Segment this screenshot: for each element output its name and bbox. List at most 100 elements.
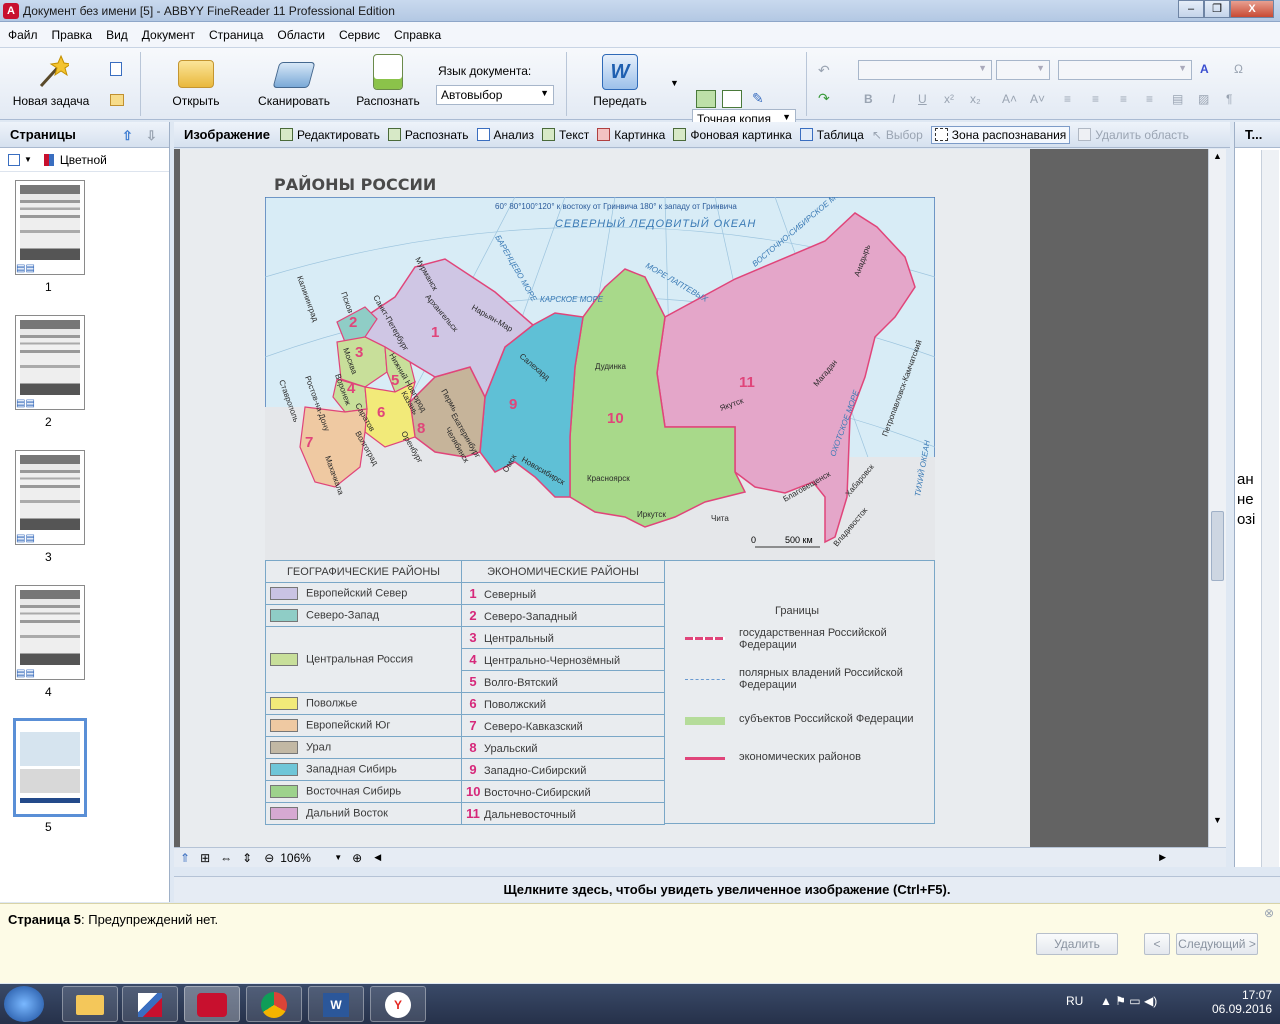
page-thumbnail[interactable]: ▤▤ [15,180,85,275]
zoom-out-icon[interactable]: ⊖ [264,851,274,865]
page-down-icon[interactable]: ⇩ [146,128,157,144]
settings-tool-icon[interactable]: ✎ [752,90,764,107]
econ-row: 3 Центральный [461,626,665,649]
recognition-zone-tool[interactable]: Зона распознавания [930,125,1071,144]
font-size-select[interactable]: ▼ [996,60,1050,80]
partial-line: озі [1237,511,1256,528]
close-warnings-icon[interactable]: ⊗ [1264,906,1274,920]
maximize-button[interactable]: ❐ [1204,0,1230,18]
view-mode-dropdown-icon[interactable]: ▼ [24,155,32,164]
page-status-icon: ▤▤ [16,533,35,544]
zoom-in-icon[interactable]: ⊕ [352,851,362,865]
send-dropdown-icon[interactable]: ▼ [670,78,679,88]
close-button[interactable]: X [1230,0,1274,18]
fit-page-icon[interactable]: ⊞ [200,851,210,865]
font-family-select[interactable]: ▼ [858,60,992,80]
menu-edit[interactable]: Правка [46,28,99,42]
menu-document[interactable]: Документ [136,28,201,42]
bold-button[interactable]: B [864,92,873,106]
text-area-tool[interactable]: Текст [542,128,589,142]
taskbar-chrome[interactable] [246,986,302,1022]
superscript-button[interactable]: x² [944,92,954,106]
page-thumbnail[interactable]: ▤▤ [15,315,85,410]
menu-view[interactable]: Вид [100,28,134,42]
zoom-level-input[interactable]: 106% [280,851,334,865]
subscript-button[interactable]: x₂ [970,92,981,106]
border-line-economic [685,757,725,760]
table-insert-icon[interactable]: ▤ [1172,92,1183,106]
decrease-font-button[interactable]: A˅ [1030,92,1045,106]
align-right-icon[interactable]: ≡ [1120,92,1127,106]
menu-tools[interactable]: Сервис [333,28,386,42]
select-tool[interactable]: ↖ Выбор [872,128,923,142]
layout-image-icon[interactable] [696,90,716,108]
redo-icon[interactable]: ↷ [818,90,830,107]
input-language[interactable]: RU [1066,994,1083,1008]
previous-warning-button[interactable]: < [1144,933,1170,955]
style-select[interactable]: ▼ [1058,60,1192,80]
page-status-icon: ▤▤ [16,398,35,409]
page-thumbnail-selected[interactable] [13,718,87,817]
fit-height-icon[interactable]: ⇕ [242,851,252,865]
recognize-tool[interactable]: Распознать [387,128,469,142]
scroll-right-icon[interactable]: ▶ [1159,852,1166,863]
send-button[interactable]: W Передать [584,54,656,108]
align-left-icon[interactable]: ≡ [1064,92,1071,106]
small-copy-icon[interactable] [110,94,124,106]
undo-icon[interactable]: ↶ [818,62,830,79]
small-doc-icon[interactable] [110,62,122,76]
text-panel-scrollbar[interactable] [1261,150,1279,867]
taskbar-finereader[interactable] [184,986,240,1022]
delete-area-tool[interactable]: Удалить область [1078,128,1189,142]
taskbar-yandex[interactable]: Y [370,986,426,1022]
taskbar-drawing-app[interactable] [122,986,178,1022]
menu-areas[interactable]: Области [271,28,331,42]
delete-warning-button[interactable]: Удалить [1036,933,1118,955]
paragraph-mark-icon[interactable]: ¶ [1226,92,1232,106]
image-insert-icon[interactable]: ▨ [1198,92,1209,106]
menu-help[interactable]: Справка [388,28,447,42]
taskbar-explorer[interactable] [62,986,118,1022]
recognize-button[interactable]: Распознать [350,54,426,108]
align-center-icon[interactable]: ≡ [1092,92,1099,106]
layout-text-icon[interactable] [722,90,742,108]
taskbar-word[interactable]: W [308,986,364,1022]
minimize-button[interactable]: – [1178,0,1204,18]
scroll-thumb[interactable] [1211,511,1224,581]
background-picture-tool[interactable]: Фоновая картинка [673,128,792,142]
underline-button[interactable]: U [918,92,927,106]
image-vertical-scrollbar[interactable]: ▲ ▼ [1208,149,1226,867]
doc-language-select[interactable]: Автовыбор ▼ [436,85,554,105]
special-char-icon[interactable]: Ω [1234,62,1243,76]
zoom-hint-bar[interactable]: Щелкните здесь, чтобы увидеть увеличенно… [174,876,1280,902]
view-mode-icon[interactable] [8,153,20,166]
image-viewport[interactable]: РАЙОНЫ РОССИИ 1 2 3 4 5 6 7 8 9 10 11 60… [174,149,1208,847]
page-thumbnail[interactable]: ▤▤ [15,585,85,680]
fit-width-icon[interactable]: ⇔ [220,851,232,865]
menu-page[interactable]: Страница [203,28,269,42]
page-thumbnail[interactable]: ▤▤ [15,450,85,545]
next-warning-button[interactable]: Следующий > [1176,933,1258,955]
italic-button[interactable]: I [892,92,895,106]
analyze-tool[interactable]: Анализ [476,128,534,142]
justify-icon[interactable]: ≡ [1146,92,1153,106]
start-button[interactable] [4,986,44,1022]
increase-font-button[interactable]: A˄ [1002,92,1017,106]
edit-tool[interactable]: Редактировать [279,128,380,142]
page-up-icon[interactable]: ⇧ [122,128,133,144]
system-clock[interactable]: 17:07 06.09.2016 [1212,988,1272,1016]
font-color-icon[interactable]: A [1200,62,1209,76]
scroll-down-icon[interactable]: ▼ [1213,815,1222,825]
open-button[interactable]: Открыть [160,54,232,108]
tray-icons[interactable]: ▲ ⚑ ▭ ◀) [1100,994,1157,1008]
table-area-tool[interactable]: Таблица [799,128,864,142]
picture-area-tool[interactable]: Картинка [597,128,665,142]
scroll-left-icon[interactable]: ◀ [374,852,381,863]
menu-file[interactable]: Файл [2,28,44,42]
scan-button[interactable]: Сканировать [252,54,336,108]
collapse-panel-icon[interactable]: ⇑ [180,851,190,865]
scroll-up-icon[interactable]: ▲ [1213,151,1222,161]
econ-row: 6 Поволжский [461,692,665,715]
zoom-dropdown-icon[interactable]: ▼ [334,853,342,862]
new-task-button[interactable]: Новая задача [10,54,92,108]
